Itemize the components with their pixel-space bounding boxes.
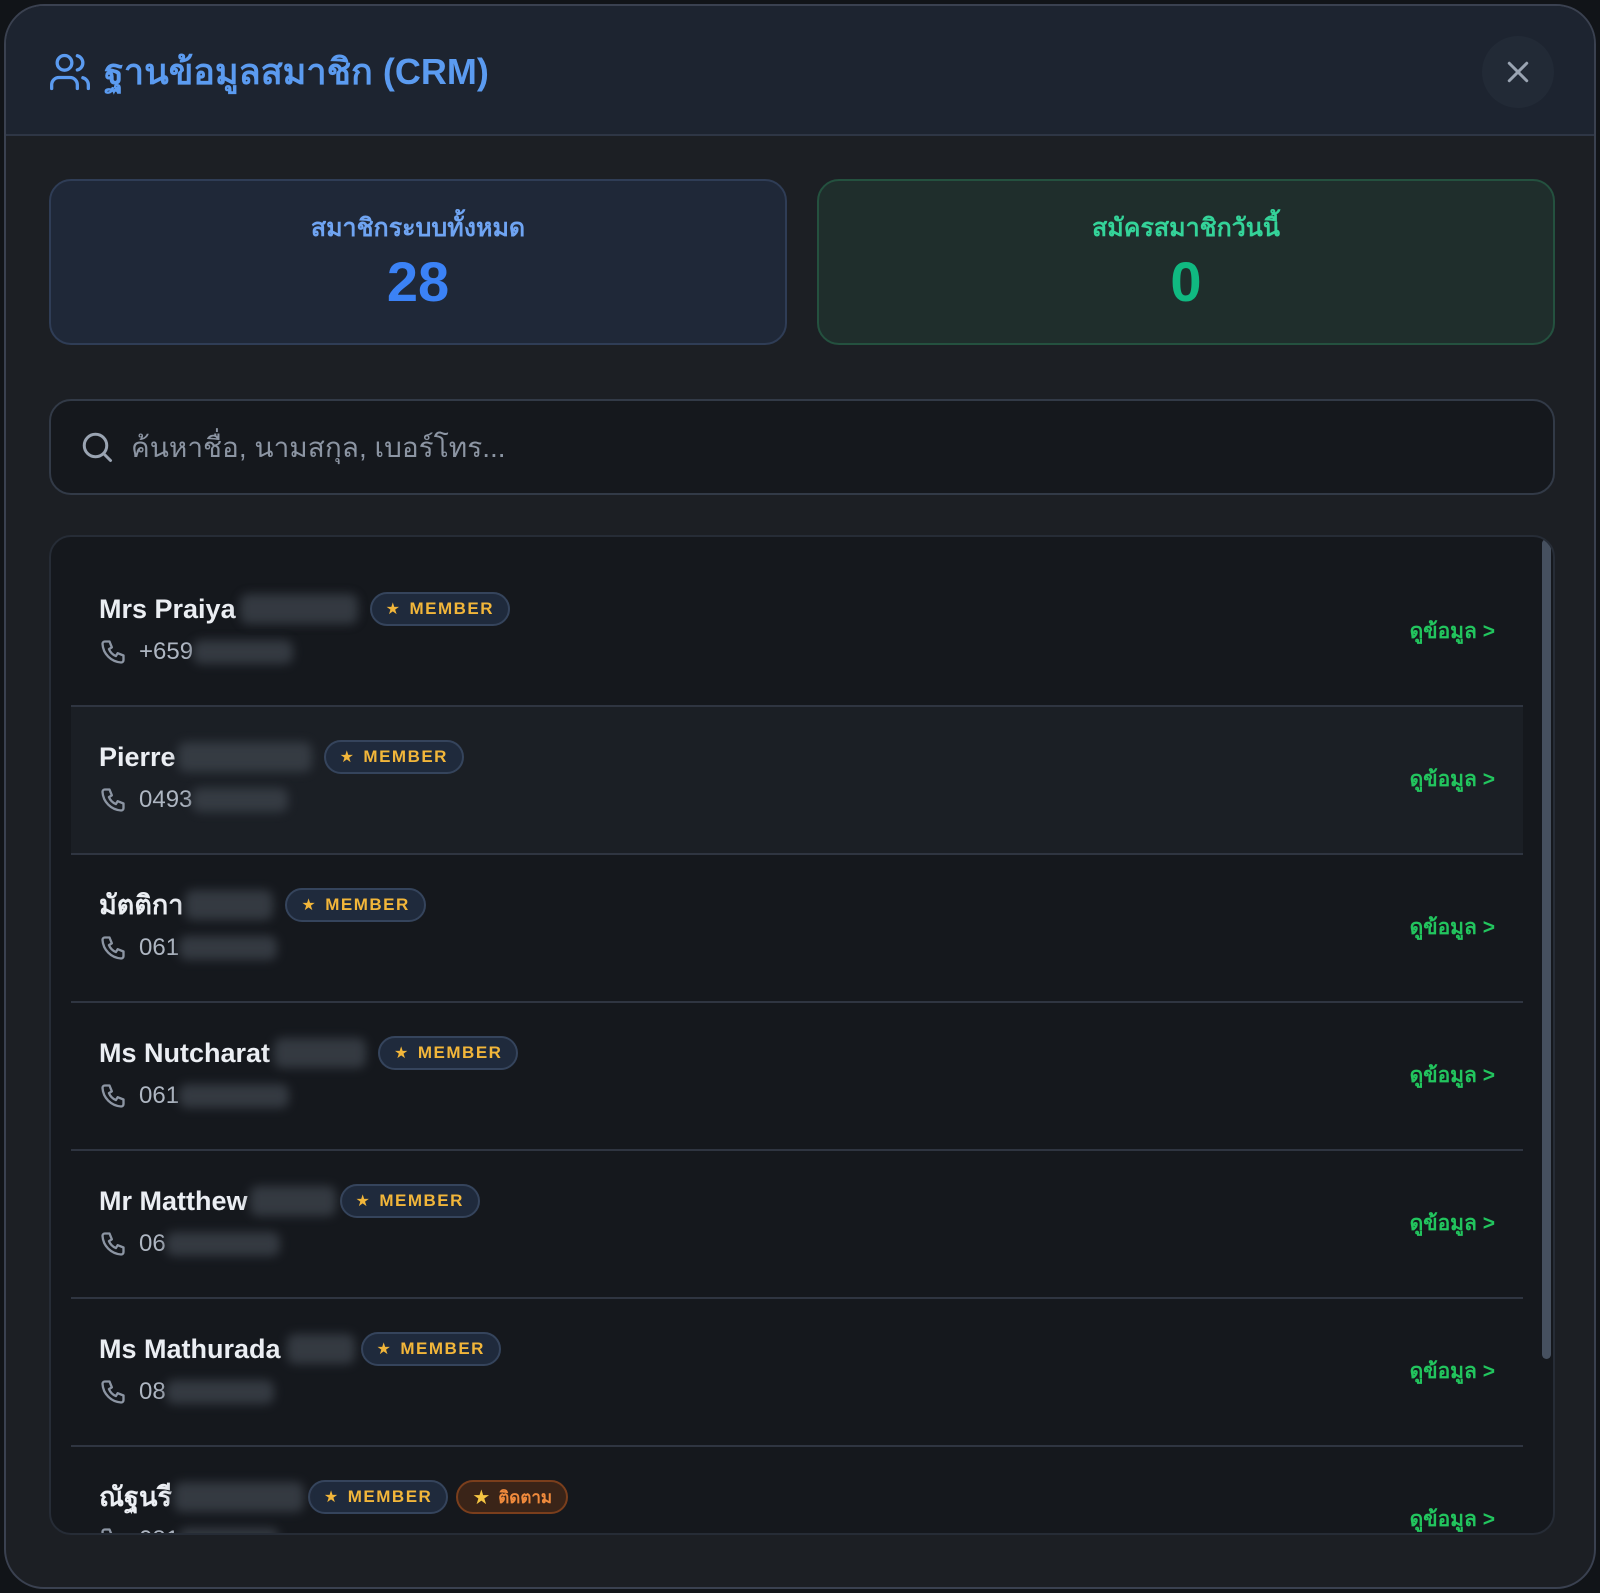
member-name: Mrs Praiya xyxy=(99,594,236,624)
member-name: ณัฐนรี xyxy=(99,1482,172,1512)
users-icon xyxy=(50,53,90,91)
star-icon: ★ xyxy=(339,749,356,766)
redacted-phone xyxy=(165,1380,274,1404)
redacted-surname xyxy=(177,742,312,772)
redacted-surname xyxy=(239,594,358,624)
search-bar xyxy=(49,399,1555,495)
redacted-surname xyxy=(286,1334,355,1364)
member-badge: ★ MEMBER xyxy=(369,592,510,626)
search-input[interactable] xyxy=(131,419,1511,477)
member-name: มัตติกา xyxy=(99,890,184,920)
member-badge: ★ MEMBER xyxy=(285,888,426,922)
total-members-card: สมาชิกระบบทั้งหมด 28 xyxy=(49,179,787,345)
page-title: ฐานข้อมูลสมาชิก (CRM) xyxy=(104,51,489,92)
star-icon: ★ xyxy=(472,1486,491,1509)
close-icon xyxy=(1507,61,1529,83)
today-signups-label: สมัครสมาชิกวันนี้ xyxy=(1092,214,1280,242)
redacted-phone xyxy=(179,1528,280,1533)
phone-icon xyxy=(101,788,125,812)
modal-header: ฐานข้อมูลสมาชิก (CRM) xyxy=(6,6,1594,136)
member-phone: 0493 xyxy=(139,786,193,813)
redacted-phone xyxy=(179,1084,290,1108)
member-phone: 061 xyxy=(139,934,180,961)
member-phone: +659 xyxy=(139,638,194,665)
redacted-phone xyxy=(179,936,278,960)
total-members-label: สมาชิกระบบทั้งหมด xyxy=(310,214,526,242)
phone-icon xyxy=(101,640,125,664)
view-details-link[interactable]: ดูข้อมูล > xyxy=(1410,615,1495,649)
view-details-link[interactable]: ดูข้อมูล > xyxy=(1410,911,1495,945)
member-badge: ★ MEMBER xyxy=(339,1184,480,1218)
list-scrollbar[interactable] xyxy=(1542,539,1551,1359)
member-row[interactable]: Mr Matthew ★ MEMBER 06 ดูข้อมูล > xyxy=(71,1151,1523,1299)
member-name: Ms Mathurada xyxy=(99,1334,281,1364)
phone-icon xyxy=(101,1528,113,1533)
phone-icon xyxy=(101,1232,125,1256)
star-icon: ★ xyxy=(323,1489,340,1506)
today-signups-card: สมัครสมาชิกวันนี้ 0 xyxy=(817,179,1555,345)
view-details-link[interactable]: ดูข้อมูล > xyxy=(1410,1503,1495,1533)
redacted-phone xyxy=(193,640,294,664)
redacted-phone xyxy=(192,788,289,812)
member-row[interactable]: มัตติกา ★ MEMBER 061 ดูข้อมูล > xyxy=(71,855,1523,1003)
member-name: Pierre xyxy=(99,742,176,772)
phone-icon xyxy=(101,1380,125,1404)
redacted-phone xyxy=(165,1232,280,1256)
close-button[interactable] xyxy=(1482,36,1554,108)
member-phone: 08 xyxy=(139,1378,166,1405)
member-phone: 081 xyxy=(139,1523,179,1533)
member-name: Ms Nutcharat xyxy=(99,1038,271,1068)
member-badge: ★ MEMBER xyxy=(307,1480,449,1514)
redacted-surname xyxy=(274,1038,367,1068)
crm-modal: ฐานข้อมูลสมาชิก (CRM) สมาชิกระบบทั้งหมด … xyxy=(4,4,1596,1589)
star-icon: ★ xyxy=(301,897,318,914)
member-phone: 061 xyxy=(139,1082,180,1109)
member-list[interactable]: Mrs Praiya ★ MEMBER +659 ดูข้อมูล > Pierr… xyxy=(49,535,1555,1535)
member-phone: 06 xyxy=(139,1230,166,1257)
view-details-link[interactable]: ดูข้อมูล > xyxy=(1410,1059,1495,1093)
member-row[interactable]: Ms Nutcharat ★ MEMBER 061 ดูข้อมูล > xyxy=(71,1003,1523,1151)
redacted-surname xyxy=(185,890,274,920)
member-row[interactable]: Mrs Praiya ★ MEMBER +659 ดูข้อมูล > xyxy=(71,559,1523,707)
redacted-surname xyxy=(173,1482,304,1512)
star-icon: ★ xyxy=(385,601,402,618)
redacted-surname xyxy=(249,1186,336,1216)
today-signups-value: 0 xyxy=(1170,250,1202,313)
member-name: Mr Matthew xyxy=(99,1186,248,1216)
star-icon: ★ xyxy=(376,1341,393,1358)
member-row[interactable]: Ms Mathurada ★ MEMBER 08 ดูข้อมูล > xyxy=(71,1299,1523,1447)
view-details-link[interactable]: ดูข้อมูล > xyxy=(1410,1207,1495,1241)
total-members-value: 28 xyxy=(386,250,450,313)
phone-icon xyxy=(101,936,125,960)
view-details-link[interactable]: ดูข้อมูล > xyxy=(1410,763,1495,797)
follow-badge: ★ ติดตาม xyxy=(456,1480,569,1514)
member-row[interactable]: ณัฐนรี ★MEMBER ★ติดตาม 081 ดูข้อมูล > xyxy=(71,1447,1523,1533)
star-icon: ★ xyxy=(394,1045,410,1062)
member-badge: ★ MEMBER xyxy=(323,740,464,774)
view-details-link[interactable]: ดูข้อมูล > xyxy=(1410,1355,1495,1389)
search-icon xyxy=(82,432,112,462)
phone-icon xyxy=(101,1084,125,1108)
member-row[interactable]: Pierre ★ MEMBER 0493 ดูข้อมูล > xyxy=(71,707,1523,855)
member-badge: ★ MEMBER xyxy=(378,1036,519,1070)
member-badge: ★ MEMBER xyxy=(360,1332,501,1366)
star-icon: ★ xyxy=(355,1193,372,1210)
